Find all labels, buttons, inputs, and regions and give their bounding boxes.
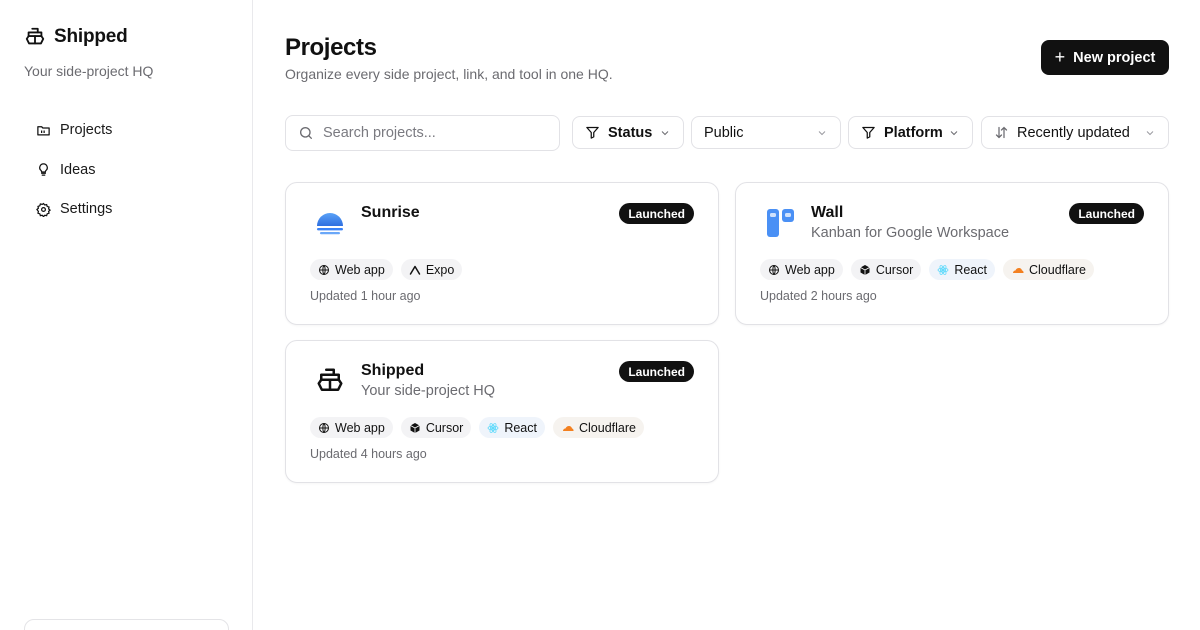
visibility-select-value: Public (704, 124, 744, 141)
tag-cloudflare: Cloudflare (1002, 259, 1094, 280)
filter-toolbar: Status Public Platform Recently up (285, 115, 1169, 151)
new-project-button[interactable]: + New project (1041, 40, 1169, 75)
visibility-select[interactable]: Public (691, 116, 841, 149)
project-description: Your side-project HQ (361, 383, 496, 399)
cloudflare-icon (561, 422, 574, 434)
status-badge: Launched (1069, 203, 1144, 224)
ship-logo-icon (24, 26, 46, 48)
sidebar-item-label: Ideas (60, 161, 96, 178)
main-content: Projects Organize every side project, li… (285, 0, 1169, 630)
sort-select[interactable]: Recently updated (981, 116, 1169, 149)
chevron-down-icon (816, 127, 828, 139)
expo-icon (409, 264, 421, 276)
tag-cursor: Cursor (850, 259, 922, 280)
tag-react: React (479, 417, 545, 438)
sidebar-footer-card[interactable] (24, 619, 229, 630)
project-title: Wall (811, 204, 844, 221)
tag-label: Web app (335, 420, 385, 435)
project-tags: Web app Cursor React Cloudflare (310, 417, 644, 438)
sidebar-item-label: Projects (60, 122, 113, 138)
sort-select-value: Recently updated (1017, 124, 1130, 141)
globe-icon (318, 264, 330, 276)
status-filter-button[interactable]: Status (572, 116, 684, 149)
project-title: Shipped (361, 362, 425, 379)
tag-react: React (929, 259, 995, 280)
tag-web-app: Web app (760, 259, 843, 280)
gear-icon (35, 201, 51, 217)
search-input[interactable] (323, 125, 543, 141)
sidebar-item-projects[interactable]: Projects (24, 112, 229, 148)
tag-web-app: Web app (310, 417, 393, 438)
brand[interactable]: Shipped (24, 26, 128, 48)
project-tags: Web app Cursor React Cloudflare (760, 259, 1094, 280)
platform-filter-button[interactable]: Platform (848, 116, 973, 149)
lightbulb-icon (35, 162, 51, 178)
tag-expo: Expo (400, 259, 463, 280)
project-tags: Web app Expo (310, 259, 463, 280)
status-badge: Launched (619, 203, 694, 224)
cloudflare-icon (1011, 264, 1024, 276)
page-subtitle: Organize every side project, link, and t… (285, 66, 613, 82)
updated-time: Updated 4 hours ago (310, 447, 427, 461)
tag-label: Cloudflare (578, 420, 636, 435)
cursor-cube-icon (859, 264, 871, 276)
tag-label: Cursor (425, 420, 464, 435)
ship-logo-icon (310, 361, 350, 401)
sidebar: Shipped Your side-project HQ Projects Id… (0, 0, 253, 630)
project-card-sunrise[interactable]: Sunrise Launched Web app Expo Updated 1 … (285, 182, 719, 325)
tag-label: Cursor (875, 262, 914, 277)
updated-time: Updated 2 hours ago (760, 289, 877, 303)
tag-label: Expo (425, 262, 455, 277)
tag-label: Web app (785, 262, 835, 277)
tag-cloudflare: Cloudflare (552, 417, 644, 438)
updated-time: Updated 1 hour ago (310, 289, 421, 303)
cursor-cube-icon (409, 422, 421, 434)
react-icon (937, 264, 949, 276)
platform-filter-label: Platform (884, 124, 943, 141)
chevron-down-icon (948, 127, 960, 139)
tag-label: React (954, 262, 987, 277)
globe-icon (768, 264, 780, 276)
project-card-shipped[interactable]: Shipped Your side-project HQ Launched We… (285, 340, 719, 483)
sort-arrows-icon (994, 125, 1009, 140)
chevron-down-icon (659, 127, 671, 139)
sidebar-item-settings[interactable]: Settings (24, 191, 229, 227)
tag-web-app: Web app (310, 259, 393, 280)
tag-label: Web app (335, 262, 385, 277)
plus-icon: + (1054, 46, 1066, 67)
wall-logo-icon (760, 203, 800, 243)
chevron-down-icon (1144, 127, 1156, 139)
project-description: Kanban for Google Workspace (811, 225, 1010, 241)
folder-icon (35, 122, 51, 138)
brand-tagline: Your side-project HQ (24, 63, 154, 79)
filter-icon (861, 125, 876, 140)
page-title: Projects (285, 34, 377, 61)
tag-label: React (504, 420, 537, 435)
status-filter-label: Status (608, 124, 653, 141)
status-badge: Launched (619, 361, 694, 382)
react-icon (487, 422, 499, 434)
filter-icon (585, 125, 600, 140)
project-title: Sunrise (361, 204, 420, 221)
new-project-label: New project (1073, 49, 1156, 66)
sidebar-nav: Projects Ideas Settings (24, 112, 229, 231)
sidebar-item-label: Settings (60, 201, 113, 217)
tag-label: Cloudflare (1028, 262, 1086, 277)
tag-cursor: Cursor (400, 417, 472, 438)
sidebar-item-ideas[interactable]: Ideas (24, 152, 229, 188)
project-card-wall[interactable]: Wall Kanban for Google Workspace Launche… (735, 182, 1169, 325)
sunrise-logo-icon (310, 203, 350, 243)
brand-name: Shipped (54, 26, 128, 47)
globe-icon (318, 422, 330, 434)
search-box[interactable] (285, 115, 560, 151)
search-icon (298, 125, 314, 141)
